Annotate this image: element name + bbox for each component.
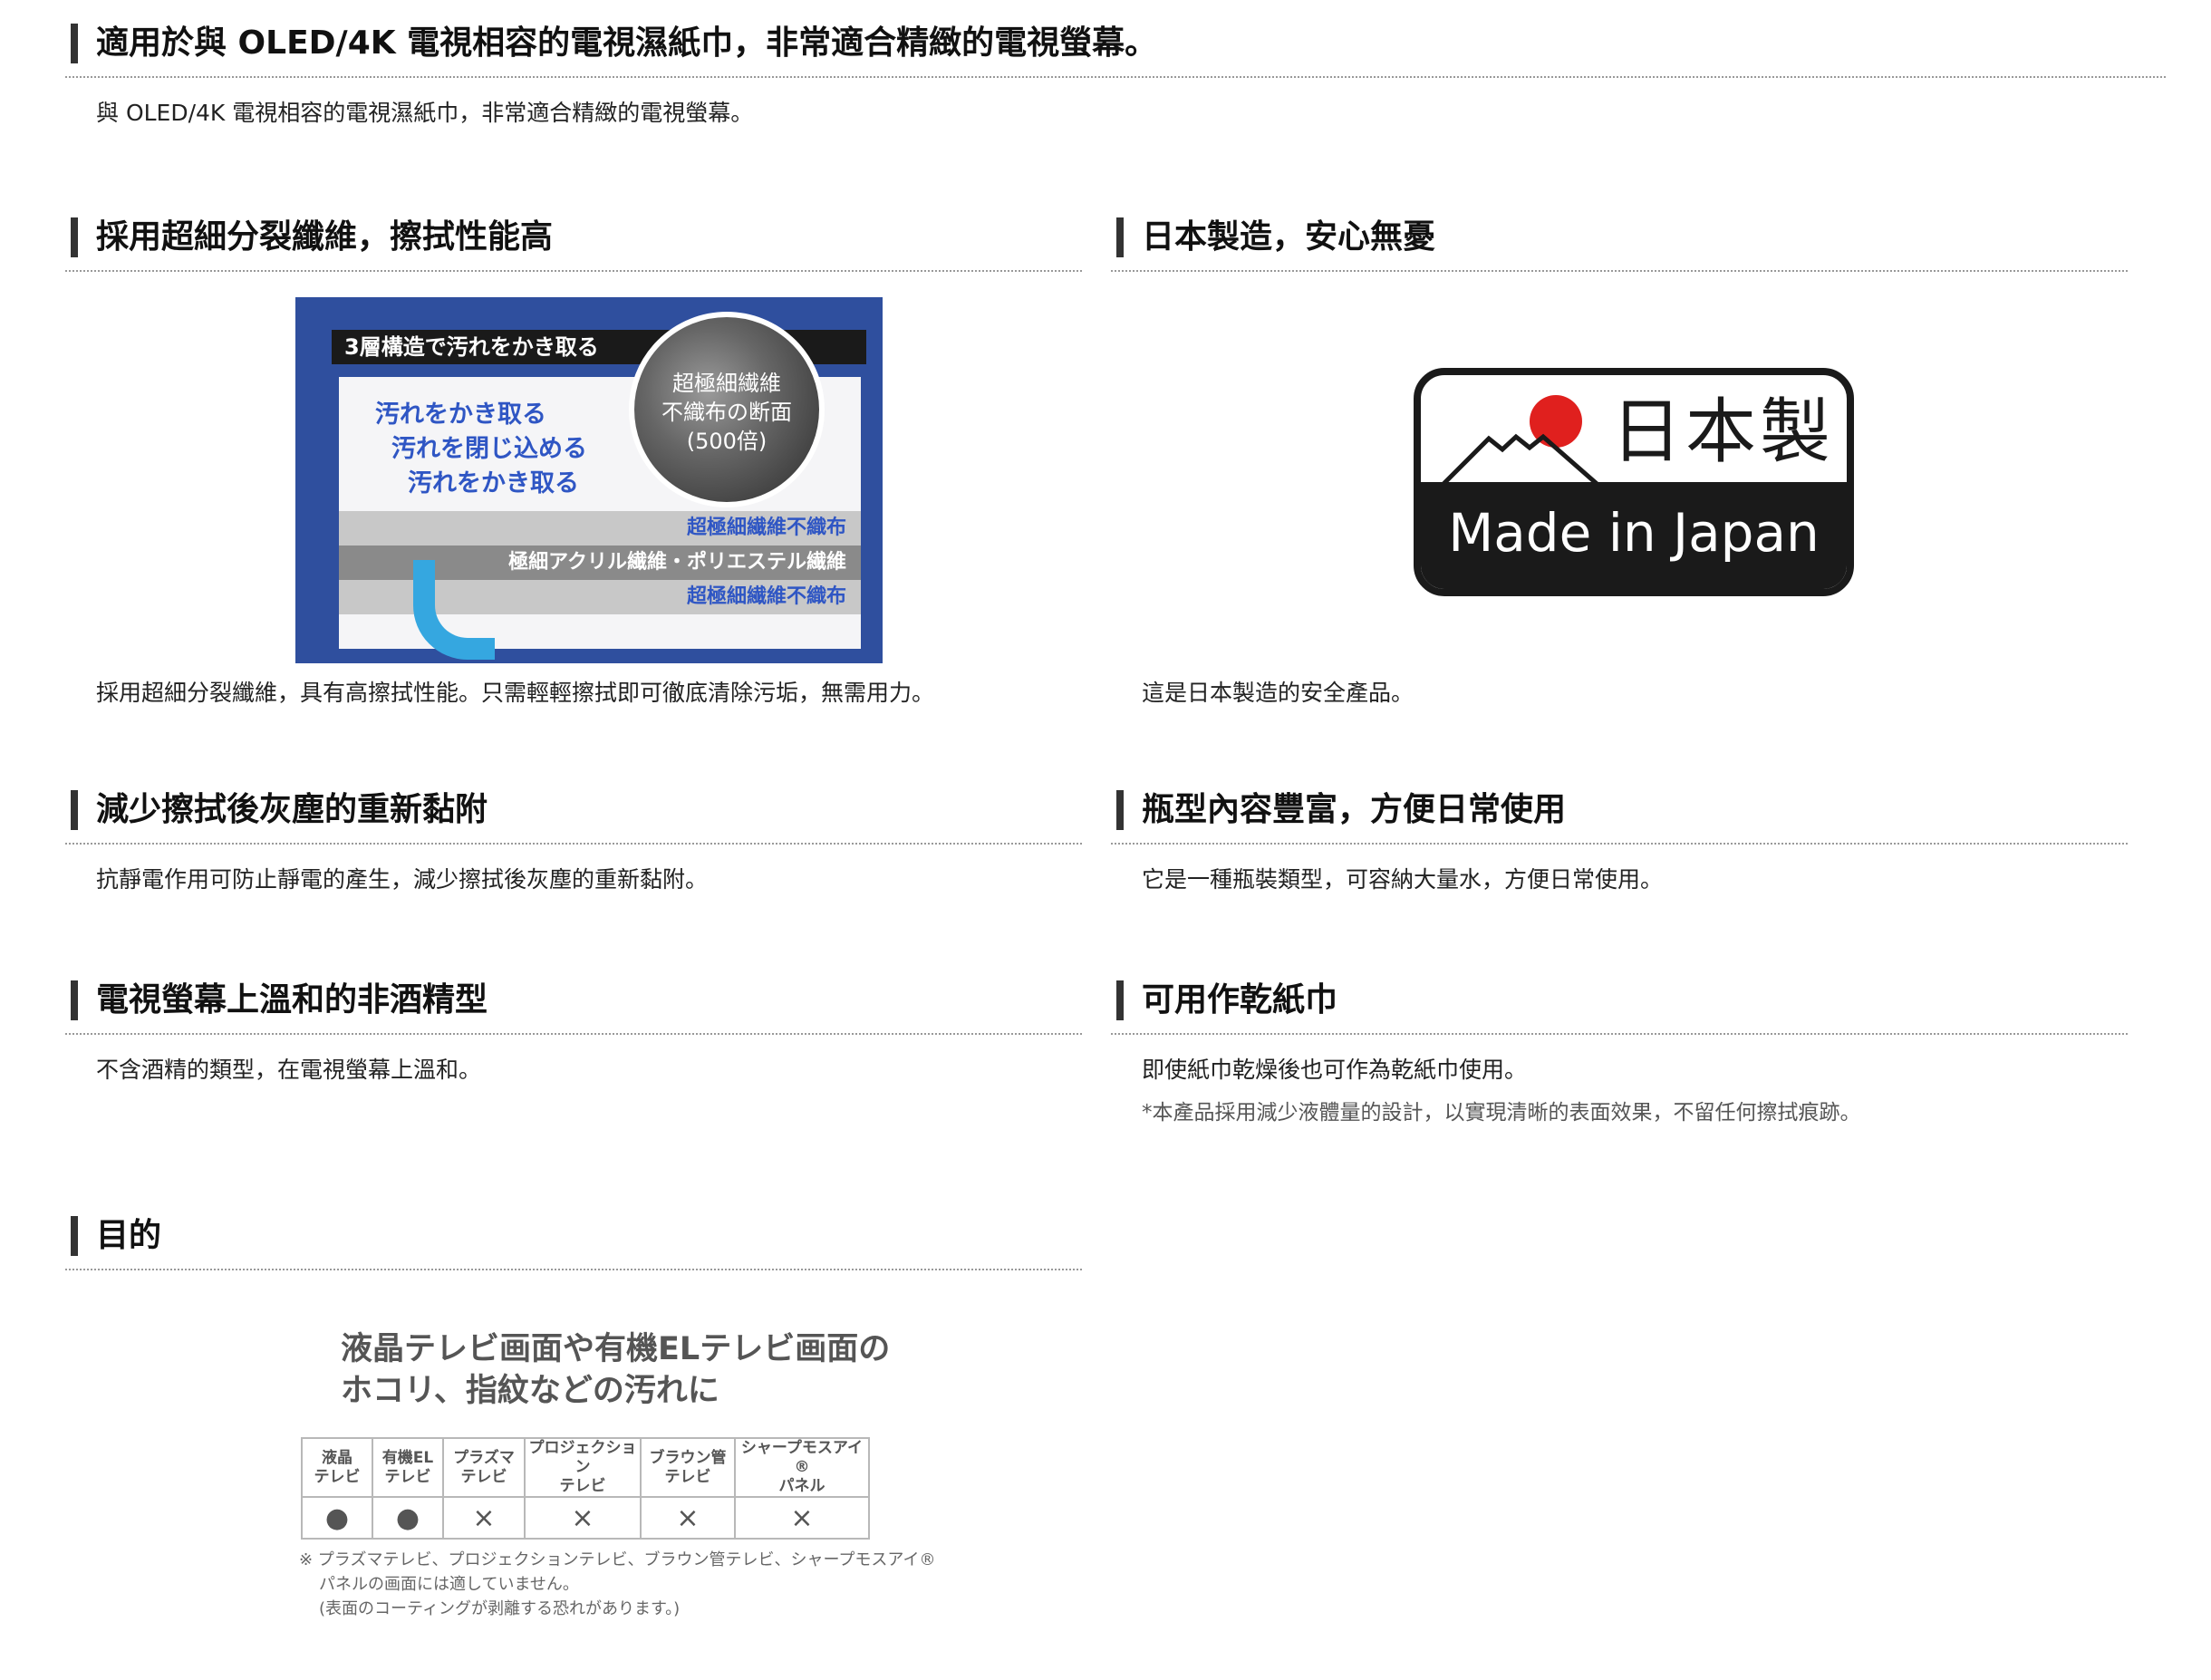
purpose-title-line-2: ホコリ、指紋などの汚れに: [341, 1373, 719, 1409]
section-heading: 採用超細分裂纖維，擦拭性能高: [71, 217, 1082, 257]
fiber-line-1: 汚れをかき取る: [375, 401, 546, 429]
circle-line-3: (500倍): [686, 429, 768, 454]
section-note: *本產品採用減少液體量的設計，以實現清晰的表面效果，不留任何擦拭痕跡。: [1142, 1101, 1861, 1125]
divider: [1111, 843, 2128, 845]
section-text: 抗靜電作用可防止靜電的產生，減少擦拭後灰塵的重新黏附。: [96, 866, 709, 893]
compat-mark: ×: [734, 1496, 870, 1540]
compat-mark: ×: [524, 1496, 642, 1540]
section-purpose: 目的: [65, 1216, 1082, 1270]
table-header-cell: プラズマ テレビ: [442, 1437, 526, 1498]
section-bottle: 瓶型內容豐富，方便日常使用 它是一種瓶裝類型，可容納大量水，方便日常使用。: [1111, 790, 2128, 895]
section-oled-compat: 適用於與 OLED/4K 電視相容的電視濕紙巾，非常適合精緻的電視螢幕。 與 O…: [65, 24, 2166, 129]
section-made-in-japan: 日本製造，安心無憂: [1111, 217, 2128, 272]
section-fiber: 採用超細分裂纖維，擦拭性能高: [65, 217, 1082, 272]
compat-mark: ●: [372, 1496, 444, 1540]
divider: [65, 1033, 1082, 1035]
fiber-structure-image: 3層構造で汚れをかき取る 汚れをかき取る 汚れを閉じ込める 汚れをかき取る 超極…: [295, 297, 883, 663]
section-text: 不含酒精的類型，在電視螢幕上溫和。: [96, 1057, 482, 1083]
compat-mark: ×: [640, 1496, 736, 1540]
section-heading: 目的: [71, 1216, 1082, 1256]
section-non-alcohol: 電視螢幕上溫和的非酒精型 不含酒精的類型，在電視螢幕上溫和。: [65, 980, 1082, 1086]
section-heading: 電視螢幕上溫和的非酒精型: [71, 980, 1082, 1020]
circle-line-2: 不織布の断面: [661, 400, 792, 425]
microscope-circle: 超極細繊維 不織布の断面 (500倍): [629, 312, 825, 507]
purpose-note-line-1: ※ プラズマテレビ、プロジェクションテレビ、ブラウン管テレビ、シャープモスアイ®: [299, 1550, 936, 1569]
mount-fuji-icon: [1439, 433, 1602, 490]
purpose-note-line-2: パネルの画面には適していません。: [319, 1575, 579, 1594]
section-text: 即使紙巾乾燥後也可作為乾紙巾使用。: [1142, 1057, 1528, 1083]
fiber-line-2: 汚れを閉じ込める: [391, 435, 587, 463]
section-heading: 日本製造，安心無憂: [1116, 217, 2128, 257]
fiber-line-3: 汚れをかき取る: [408, 469, 579, 497]
compat-mark: ●: [301, 1496, 373, 1540]
compatibility-table: 液晶 テレビ 有機EL テレビ プラズマ テレビ プロジェクション テレビ ブラウン管テ…: [301, 1437, 870, 1540]
section-heading: 適用於與 OLED/4K 電視相容的電視濕紙巾，非常適合精緻的電視螢幕。: [71, 24, 2166, 63]
made-in-japan-en: Made in Japan: [1448, 502, 1820, 564]
purpose-note-line-3: (表面のコーティングが剥離する恐れがあります。): [319, 1599, 681, 1618]
table-mark-row: ● ● × × × ×: [301, 1496, 870, 1540]
fiber-text-block: 採用超細分裂纖維，具有高擦拭性能。只需輕輕擦拭即可徹底清除污垢，無需用力。: [65, 658, 1082, 709]
table-header-row: 液晶 テレビ 有機EL テレビ プラズマ テレビ プロジェクション テレビ ブラウン管テ…: [301, 1437, 870, 1498]
table-header-cell: ブラウン管 テレビ: [640, 1437, 736, 1498]
circle-line-1: 超極細繊維: [672, 371, 781, 396]
section-heading: 減少擦拭後灰塵的重新黏附: [71, 790, 1082, 830]
table-header-cell: シャープモスアイ® パネル: [734, 1437, 870, 1498]
fiber-layer-top: 超極細繊維不織布: [339, 511, 861, 546]
section-dust: 減少擦拭後灰塵的重新黏附 抗靜電作用可防止靜電的產生，減少擦拭後灰塵的重新黏附。: [65, 790, 1082, 895]
divider: [1111, 1033, 2128, 1035]
section-heading: 瓶型內容豐富，方便日常使用: [1116, 790, 2128, 830]
section-text: 採用超細分裂纖維，具有高擦拭性能。只需輕輕擦拭即可徹底清除污垢，無需用力。: [96, 680, 935, 706]
japan-text-block: 這是日本製造的安全產品。: [1111, 658, 2128, 709]
divider: [1111, 270, 2128, 272]
made-in-japan-logo: 日本製 Made in Japan: [1414, 368, 1854, 596]
table-header-cell: 有機EL テレビ: [372, 1437, 444, 1498]
section-text: 這是日本製造的安全產品。: [1142, 680, 1414, 706]
divider: [65, 76, 2166, 78]
section-text: 它是一種瓶裝類型，可容納大量水，方便日常使用。: [1142, 866, 1664, 893]
purpose-note: ※ プラズマテレビ、プロジェクションテレビ、ブラウン管テレビ、シャープモスアイ®…: [299, 1548, 935, 1621]
divider: [65, 843, 1082, 845]
purpose-title: 液晶テレビ画面や有機ELテレビ画面の ホコリ、指紋などの汚れに: [341, 1328, 890, 1412]
compat-mark: ×: [442, 1496, 526, 1540]
section-heading: 可用作乾紙巾: [1116, 980, 2128, 1020]
divider: [65, 1269, 1082, 1270]
divider: [65, 270, 1082, 272]
section-dry-use: 可用作乾紙巾 即使紙巾乾燥後也可作為乾紙巾使用。 *本產品採用減少液體量的設計，…: [1111, 980, 2128, 1127]
table-header-cell: プロジェクション テレビ: [524, 1437, 642, 1498]
made-in-japan-jp: 日本製: [1611, 391, 1835, 473]
purpose-title-line-1: 液晶テレビ画面や有機ELテレビ画面の: [341, 1331, 891, 1367]
section-text: 與 OLED/4K 電視相容的電視濕紙巾，非常適合精緻的電視螢幕。: [96, 100, 754, 126]
table-header-cell: 液晶 テレビ: [301, 1437, 373, 1498]
